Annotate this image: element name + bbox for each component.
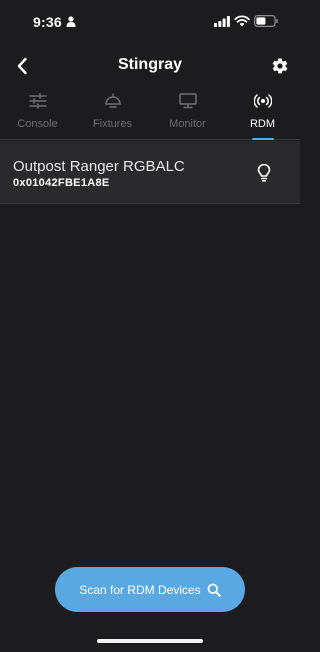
sliders-icon <box>28 92 48 110</box>
screen: 9:36 Stingray Console Fixtures Monitor R… <box>0 0 300 652</box>
tab-label: Console <box>17 118 58 130</box>
navigation-header: Stingray <box>0 46 300 86</box>
page-title: Stingray <box>117 56 182 73</box>
tab-label: Monitor <box>169 118 206 130</box>
device-name: Outpost Ranger RGBALC <box>13 158 185 175</box>
person-icon <box>66 16 76 27</box>
spotlight-icon <box>103 92 123 110</box>
active-tab-indicator <box>252 138 274 140</box>
tab-bar: Console Fixtures Monitor RDM <box>0 88 300 140</box>
cellular-signal-icon <box>214 16 230 27</box>
battery-icon <box>254 15 278 27</box>
lightbulb-icon <box>257 164 271 182</box>
tab-label: Fixtures <box>92 118 133 130</box>
identify-button[interactable] <box>254 162 274 184</box>
tab-label: RDM <box>249 118 276 130</box>
settings-button[interactable] <box>268 54 292 78</box>
tab-rdm[interactable]: RDM <box>225 88 300 140</box>
home-indicator <box>97 639 203 643</box>
monitor-icon <box>178 92 198 110</box>
device-list: Outpost Ranger RGBALC 0x01042FBE1A8E <box>0 141 300 204</box>
tab-monitor[interactable]: Monitor <box>150 88 225 140</box>
tab-fixtures[interactable]: Fixtures <box>75 88 150 140</box>
tab-console[interactable]: Console <box>0 88 75 140</box>
broadcast-icon <box>253 92 273 110</box>
search-icon <box>207 583 221 597</box>
scan-rdm-devices-button[interactable]: Scan for RDM Devices <box>55 567 245 612</box>
device-row[interactable]: Outpost Ranger RGBALC 0x01042FBE1A8E <box>0 141 300 204</box>
status-bar: 9:36 <box>0 0 300 44</box>
wifi-icon <box>234 15 250 27</box>
status-time: 9:36 <box>33 14 62 30</box>
device-uid: 0x01042FBE1A8E <box>13 177 110 189</box>
scan-button-label: Scan for RDM Devices <box>79 582 201 597</box>
gear-icon <box>272 58 288 74</box>
